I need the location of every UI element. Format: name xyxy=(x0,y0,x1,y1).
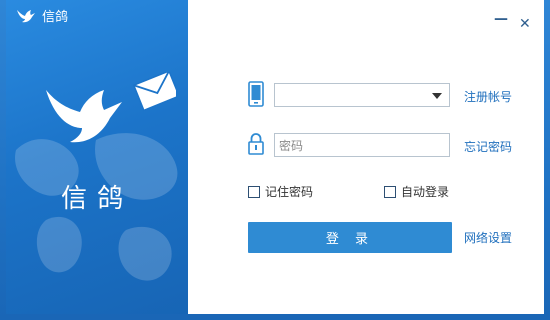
dove-envelope-logo-icon xyxy=(46,72,176,143)
auto-login-option[interactable]: 自动登录 xyxy=(384,183,449,200)
chevron-down-icon[interactable] xyxy=(432,93,442,99)
dove-logo-icon xyxy=(17,9,35,22)
register-link[interactable]: 注册帐号 xyxy=(464,88,512,105)
password-field[interactable] xyxy=(274,133,450,157)
auto-login-label: 自动登录 xyxy=(401,185,450,199)
password-input[interactable] xyxy=(277,136,449,156)
title-bar: 信鸽 xyxy=(16,6,68,25)
close-icon[interactable]: ✕ xyxy=(519,16,531,32)
remember-password-checkbox[interactable] xyxy=(248,185,260,198)
auto-login-checkbox[interactable] xyxy=(384,185,396,198)
account-field[interactable] xyxy=(274,83,450,107)
app-name: 信鸽 xyxy=(60,184,133,214)
remember-password-label: 记住密码 xyxy=(265,185,314,199)
phone-icon xyxy=(248,81,264,107)
lock-icon xyxy=(248,133,264,155)
login-form-panel: — ✕ 注册帐号 忘记密码 记住密码 自动登录 登 录 网络设置 xyxy=(188,0,544,314)
login-window: 信鸽 信鸽 — ✕ 注册帐号 忘记密码 记住密码 自动登录 登 录 网络设置 xyxy=(0,0,550,320)
login-button[interactable]: 登 录 xyxy=(248,222,452,253)
forgot-password-link[interactable]: 忘记密码 xyxy=(464,138,512,155)
minimize-icon[interactable]: — xyxy=(494,11,508,27)
account-input[interactable] xyxy=(277,86,431,106)
window-title: 信鸽 xyxy=(42,10,69,25)
network-settings-link[interactable]: 网络设置 xyxy=(464,229,512,246)
brand-panel: 信鸽 信鸽 xyxy=(6,0,188,314)
remember-password-option[interactable]: 记住密码 xyxy=(248,183,313,200)
